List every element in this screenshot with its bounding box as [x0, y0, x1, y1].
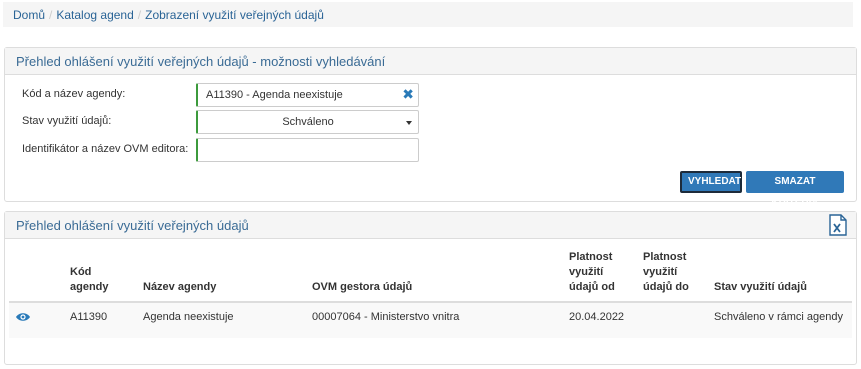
eye-icon[interactable] [15, 311, 31, 326]
status-row: Stav využití údajů: Schváleno [5, 110, 856, 134]
view-cell [9, 302, 64, 338]
column-header-state[interactable]: Stav využití údajů [708, 246, 852, 303]
cell-code: A11390 [64, 302, 137, 338]
status-value: Schváleno [282, 116, 334, 128]
column-header-valid-to[interactable]: Platnost využití údajů do [637, 246, 708, 303]
results-panel: Přehled ohlášení využití veřejných údajů… [4, 211, 857, 365]
chevron-down-icon [406, 121, 412, 125]
column-header-valid-from[interactable]: Platnost využití údajů od [563, 246, 637, 303]
agenda-label: Kód a název agendy: [22, 88, 126, 100]
cell-valid-from: 20.04.2022 [563, 302, 637, 338]
table-row[interactable]: A11390 Agenda neexistuje 00007064 - Mini… [9, 302, 852, 338]
breadcrumb-separator: / [137, 8, 142, 22]
breadcrumb: Domů / Katalog agend / Zobrazení využití veř… [3, 2, 853, 27]
search-panel: Přehled ohlášení využití veřejných údajů… [4, 47, 857, 209]
cell-state: Schváleno v rámci agendy [708, 302, 852, 338]
close-icon[interactable]: ✖ [402, 86, 414, 103]
breadcrumb-home[interactable]: Domů [13, 8, 45, 22]
breadcrumb-separator: / [49, 8, 53, 22]
results-panel-title: Přehled ohlášení využití veřejných údajů [16, 218, 249, 233]
excel-export-icon[interactable] [828, 214, 848, 239]
status-select[interactable]: Schváleno [196, 110, 419, 134]
status-label: Stav využití údajů: [22, 115, 112, 127]
breadcrumb-current: Zobrazení využití veřejných údajů [145, 8, 324, 22]
column-header-code[interactable]: Kód agendy [64, 246, 137, 303]
cell-valid-to [637, 302, 708, 338]
ovm-label: Identifikátor a název OVM editora: [22, 143, 189, 155]
clear-criteria-button[interactable]: SMAZAT KRITÉRIA [746, 171, 844, 209]
agenda-input[interactable]: A11390 - Agenda neexistuje ✖ [196, 83, 419, 107]
breadcrumb-catalog[interactable]: Katalog agend [56, 8, 133, 22]
cell-name: Agenda neexistuje [137, 302, 306, 338]
search-panel-title: Přehled ohlášení využití veřejných údajů… [5, 48, 856, 75]
column-header-action [9, 246, 64, 303]
results-table: Kód agendy Název agendy OVM gestora údaj… [9, 246, 852, 338]
table-header-row: Kód agendy Název agendy OVM gestora údaj… [9, 246, 852, 303]
search-button[interactable]: VYHLEDAT [680, 171, 742, 193]
ovm-row: Identifikátor a název OVM editora: [5, 138, 856, 162]
column-header-ovm[interactable]: OVM gestora údajů [306, 246, 563, 303]
agenda-row: Kód a název agendy: A11390 - Agenda neex… [5, 83, 856, 107]
cell-ovm: 00007064 - Ministerstvo vnitra [306, 302, 563, 338]
column-header-name[interactable]: Název agendy [137, 246, 306, 303]
results-panel-heading: Přehled ohlášení využití veřejných údajů [5, 212, 856, 239]
agenda-value: A11390 - Agenda neexistuje [206, 89, 343, 101]
ovm-input[interactable] [196, 138, 419, 162]
